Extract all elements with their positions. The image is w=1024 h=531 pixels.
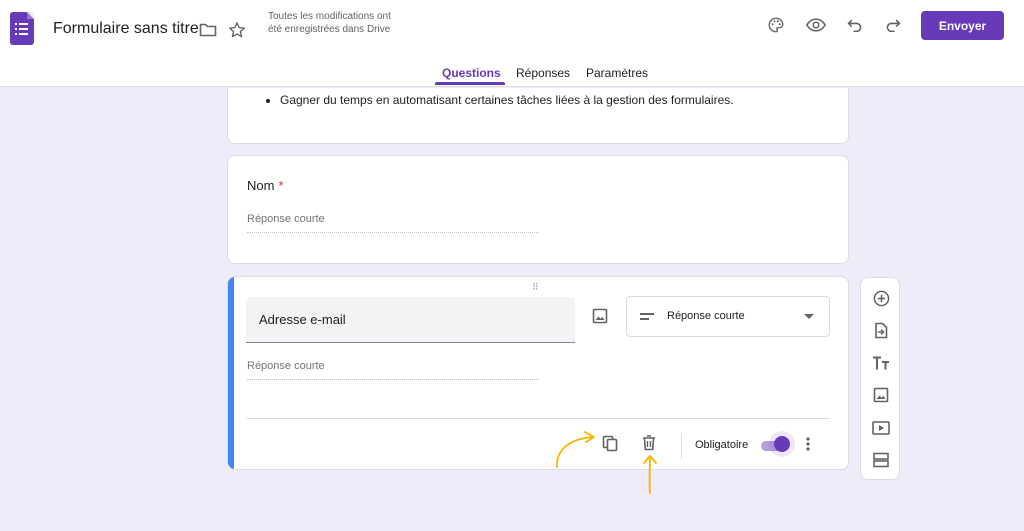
active-tab-indicator [435, 82, 505, 85]
question-type-label: Réponse courte [667, 310, 745, 322]
add-image-icon[interactable] [871, 385, 891, 405]
question-title-text: Nom [247, 178, 275, 193]
description-bullet: Gagner du temps en automatisant certaine… [280, 91, 734, 110]
annotation-arrow-duplicate [556, 431, 595, 468]
card-footer-divider [246, 418, 830, 419]
drag-handle-icon[interactable]: ⠿ [532, 282, 540, 293]
folder-icon[interactable] [198, 20, 218, 40]
short-answer-placeholder: Réponse courte [247, 360, 325, 372]
answer-line [247, 379, 539, 380]
more-options-icon[interactable] [801, 434, 815, 454]
short-answer-icon [639, 310, 655, 324]
star-icon[interactable] [227, 20, 247, 40]
google-forms-icon[interactable] [10, 12, 34, 45]
add-image-icon[interactable] [590, 306, 610, 326]
add-section-icon[interactable] [871, 450, 891, 470]
tab-bar: Questions Réponses Paramètres [0, 62, 1024, 87]
footer-separator [681, 433, 682, 459]
answer-line [247, 232, 539, 233]
add-question-icon[interactable] [871, 288, 891, 308]
question-title: Nom * [247, 178, 284, 193]
eye-icon[interactable] [805, 15, 827, 35]
floating-toolbar [860, 277, 900, 480]
undo-icon[interactable] [845, 15, 865, 35]
question-title-text: Adresse e-mail [259, 312, 346, 327]
description-list: Gagner du temps en automatisant certaine… [280, 91, 734, 110]
required-asterisk: * [278, 178, 284, 193]
question-type-select[interactable]: Réponse courte [626, 296, 830, 337]
annotation-arrow-delete [643, 455, 657, 494]
form-description-card: Gagner du temps en automatisant certaine… [227, 88, 849, 144]
save-status: Toutes les modifications ont été enregis… [268, 11, 391, 35]
add-title-icon[interactable] [871, 353, 891, 373]
form-title[interactable]: Formulaire sans titre [53, 20, 199, 38]
question-card-email[interactable]: ⠿ Adresse e-mail Réponse courte Réponse … [227, 276, 849, 470]
question-card-nom[interactable]: Nom * Réponse courte [227, 155, 849, 264]
tab-settings[interactable]: Paramètres [586, 66, 648, 80]
app-header: Formulaire sans titre Toutes les modific… [0, 0, 1024, 87]
palette-icon[interactable] [766, 15, 786, 35]
required-toggle-thumb[interactable] [774, 436, 790, 452]
add-video-icon[interactable] [871, 418, 891, 438]
duplicate-icon[interactable] [600, 433, 620, 453]
redo-icon[interactable] [883, 15, 903, 35]
question-title-input[interactable]: Adresse e-mail [246, 297, 575, 343]
tab-questions[interactable]: Questions [442, 66, 501, 80]
required-label: Obligatoire [695, 439, 749, 451]
short-answer-placeholder: Réponse courte [247, 213, 325, 225]
send-button[interactable]: Envoyer [921, 11, 1004, 40]
import-questions-icon[interactable] [871, 320, 891, 340]
chevron-down-icon [803, 312, 815, 322]
tab-responses[interactable]: Réponses [516, 66, 570, 80]
active-card-indicator [228, 277, 234, 469]
